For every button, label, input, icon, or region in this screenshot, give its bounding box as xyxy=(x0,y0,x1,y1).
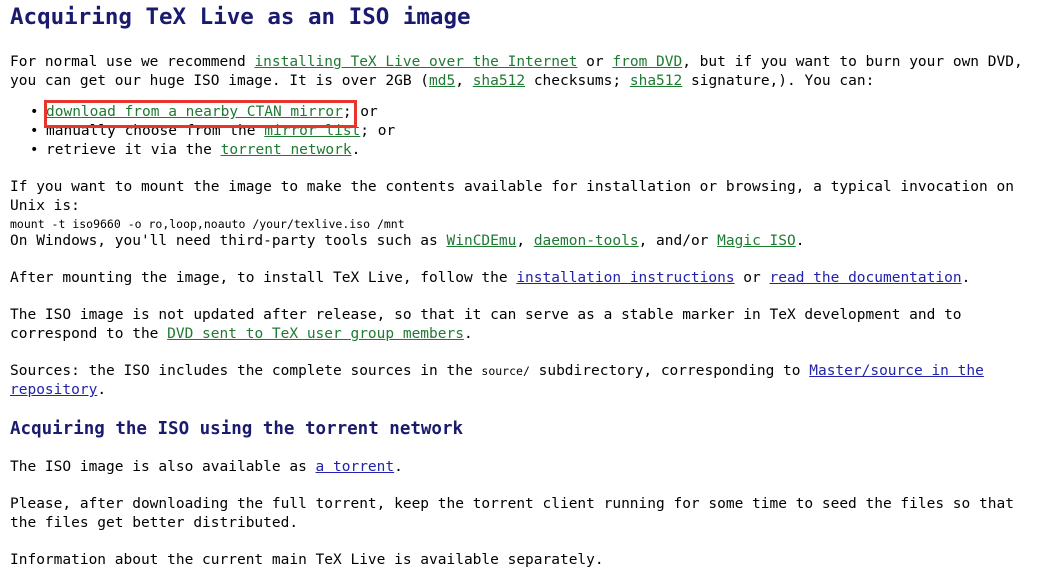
mount-command: mount -t iso9660 -o ro,loop,noauto /your… xyxy=(10,217,405,231)
document-body: Acquiring TeX Live as an ISO image For n… xyxy=(0,4,1049,570)
intro-paragraph: For normal use we recommend installing T… xyxy=(10,53,1039,91)
section-title-torrent: Acquiring the ISO using the torrent netw… xyxy=(10,419,464,439)
link-magic-iso[interactable]: Magic ISO xyxy=(717,233,796,249)
link-md5[interactable]: md5 xyxy=(429,73,455,89)
after-mount-text-3: . xyxy=(961,270,971,286)
link-torrent-network[interactable]: torrent network xyxy=(221,142,352,158)
sources-text-1: Sources: the ISO includes the complete s… xyxy=(10,363,482,379)
mount-text-1: If you want to mount the image to make t… xyxy=(10,179,1014,195)
intro-text-5: , xyxy=(455,73,473,89)
windows-text-2: , xyxy=(516,233,534,249)
mount-paragraph: If you want to mount the image to make t… xyxy=(10,178,1039,216)
link-sha512-signature[interactable]: sha512 xyxy=(630,73,682,89)
source-directory-code: source/ xyxy=(481,364,530,378)
list-item-suffix: . xyxy=(351,142,361,158)
link-a-torrent[interactable]: a torrent xyxy=(316,459,395,475)
stable-text-1: The ISO image is not updated after relea… xyxy=(10,307,962,323)
link-from-dvd[interactable]: from DVD xyxy=(612,54,682,70)
torrent-text-2: . xyxy=(394,459,403,475)
mount-text-2: Unix is: xyxy=(10,198,80,214)
intro-text-2: or xyxy=(577,54,613,70)
seed-text-1: Please, after downloading the full torre… xyxy=(10,496,1014,512)
after-mount-text-2: or xyxy=(734,270,770,286)
windows-paragraph: On Windows, you'll need third-party tool… xyxy=(10,232,1039,251)
download-options-list: download from a nearby CTAN mirror; or m… xyxy=(10,103,1039,160)
torrent-text-1: The ISO image is also available as xyxy=(10,459,316,475)
intro-text-7: signature,). You can: xyxy=(682,73,875,89)
stable-marker-paragraph: The ISO image is not updated after relea… xyxy=(10,306,1039,344)
torrent-availability-paragraph: The ISO image is also available as a tor… xyxy=(10,458,1039,477)
intro-text-3: , but if you want to burn your own DVD, xyxy=(682,54,1023,70)
list-item: download from a nearby CTAN mirror; or xyxy=(30,103,1039,122)
link-daemon-tools[interactable]: daemon-tools xyxy=(534,233,639,249)
intro-text-4: you can get our huge ISO image. It is ov… xyxy=(10,73,430,89)
list-item-prefix: retrieve it via the xyxy=(46,142,221,158)
link-wincdemu[interactable]: WinCDEmu xyxy=(447,233,517,249)
windows-text-4: . xyxy=(795,233,805,249)
link-installation-instructions[interactable]: installation instructions xyxy=(516,270,734,286)
list-item-suffix: ; or xyxy=(342,104,378,120)
after-mount-text-1: After mounting the image, to install TeX… xyxy=(10,270,517,286)
list-item-prefix: manually choose from the xyxy=(46,123,265,139)
windows-text-3: , and/or xyxy=(638,233,718,249)
link-download-from-nearby-ctan-mirror[interactable]: download from a nearby CTAN mirror xyxy=(46,104,343,120)
link-read-the-documentation[interactable]: read the documentation xyxy=(770,270,962,286)
list-item-suffix: ; or xyxy=(360,123,396,139)
link-mirror-list[interactable]: mirror list xyxy=(264,123,360,139)
torrent-seed-paragraph: Please, after downloading the full torre… xyxy=(10,495,1039,533)
list-item: retrieve it via the torrent network. xyxy=(30,141,1039,160)
sources-text-2: subdirectory, corresponding to xyxy=(529,363,810,379)
sources-paragraph: Sources: the ISO includes the complete s… xyxy=(10,362,1039,400)
link-dvd-sent-to-tex-user-group-members[interactable]: DVD sent to TeX user group members xyxy=(167,326,464,342)
current-tex-live-info-paragraph: Information about the current main TeX L… xyxy=(10,552,604,568)
intro-text-1: For normal use we recommend xyxy=(10,54,255,70)
sources-text-3: . xyxy=(97,382,107,398)
link-master-source-line2: repository xyxy=(10,382,98,398)
link-master-source-line1: Master/source in the xyxy=(809,363,984,379)
link-sha512-checksums[interactable]: sha512 xyxy=(473,73,525,89)
seed-text-2: the files get better distributed. xyxy=(10,515,299,531)
stable-text-2: correspond to the xyxy=(10,326,168,342)
intro-text-6: checksums; xyxy=(525,73,630,89)
list-item: manually choose from the mirror list; or xyxy=(30,122,1039,141)
windows-text-1: On Windows, you'll need third-party tool… xyxy=(10,233,447,249)
stable-text-3: . xyxy=(463,326,473,342)
after-mounting-paragraph: After mounting the image, to install TeX… xyxy=(10,269,1039,288)
page-title: Acquiring TeX Live as an ISO image xyxy=(10,4,471,30)
link-installing-tex-live-over-internet[interactable]: installing TeX Live over the Internet xyxy=(254,54,577,70)
